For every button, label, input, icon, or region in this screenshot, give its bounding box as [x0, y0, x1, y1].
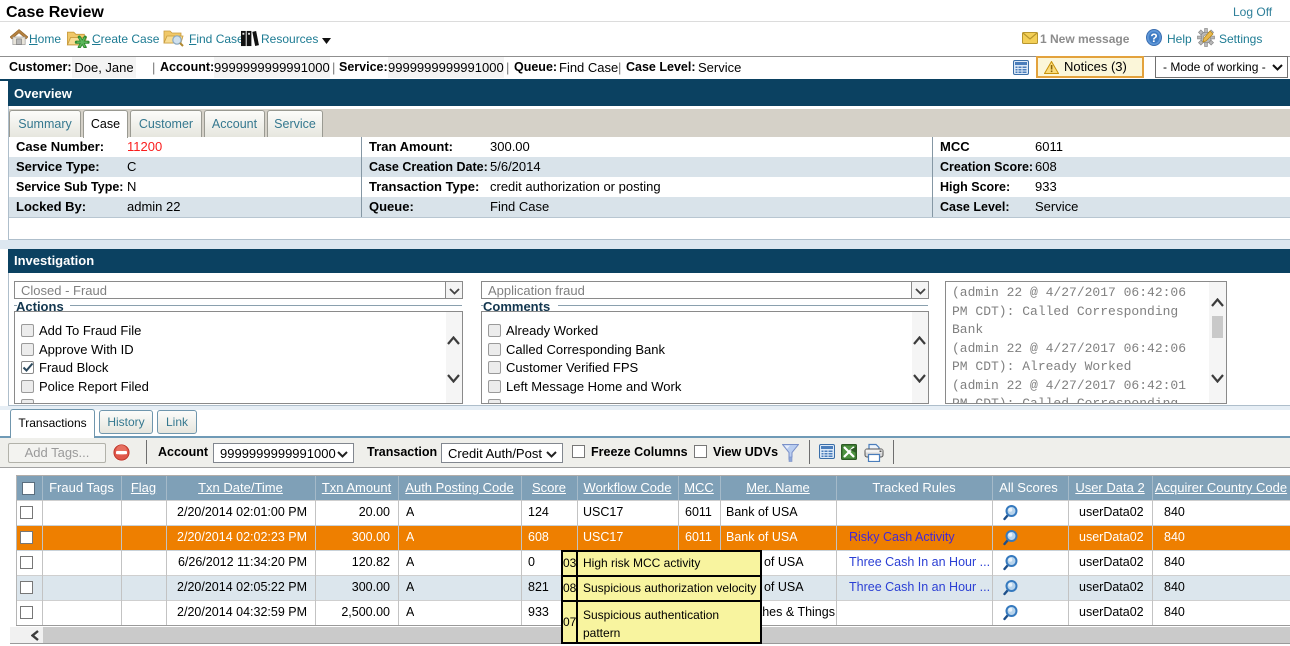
svg-text:?: ? [1150, 31, 1157, 45]
